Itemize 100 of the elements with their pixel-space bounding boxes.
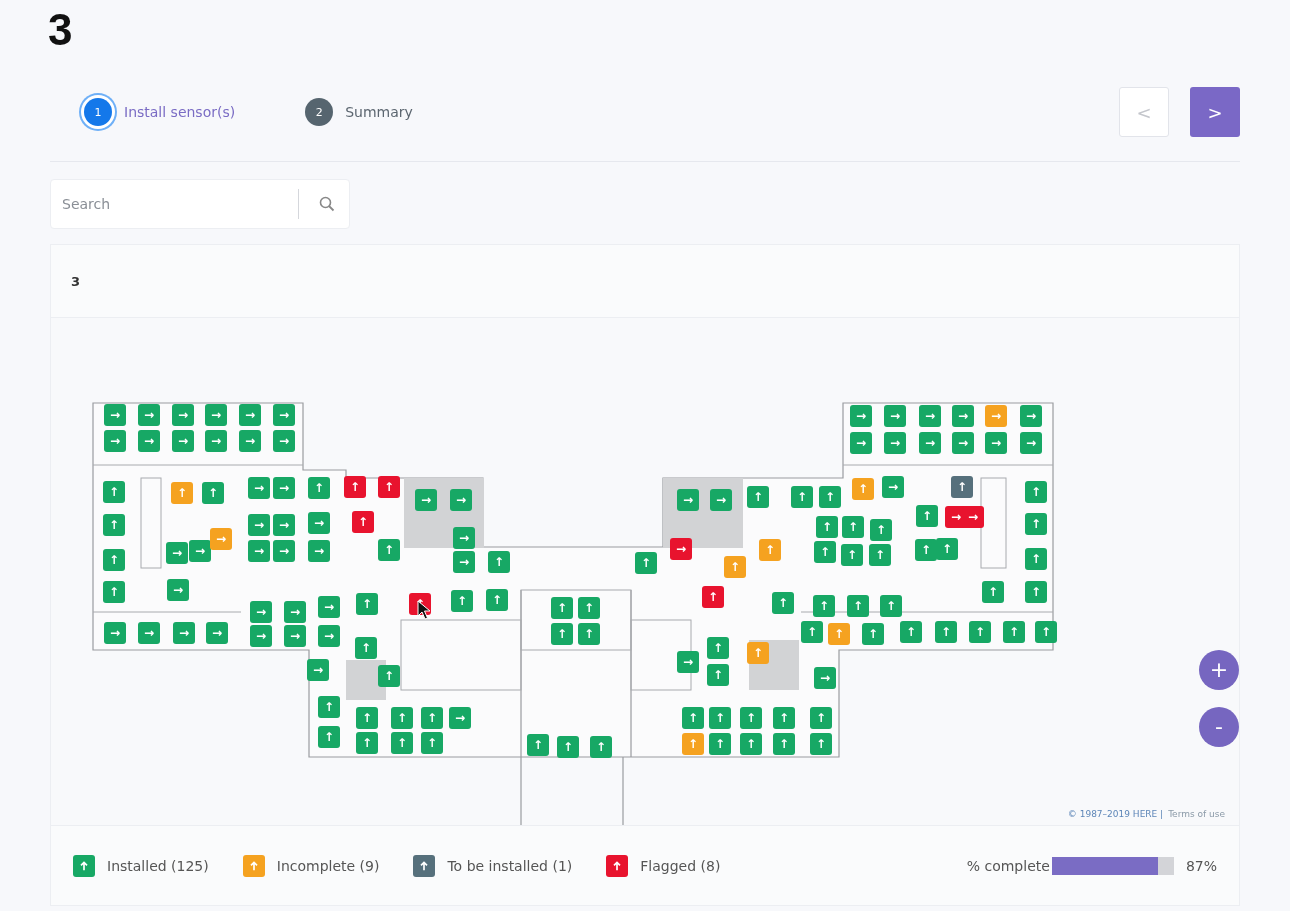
sensor-marker[interactable]: → (205, 404, 227, 426)
sensor-marker[interactable]: → (172, 430, 194, 452)
sensor-marker[interactable]: ↑ (816, 516, 838, 538)
sensor-marker[interactable]: ↑ (103, 581, 125, 603)
sensor-marker[interactable]: ↑ (702, 586, 724, 608)
sensor-marker[interactable]: ↑ (682, 707, 704, 729)
sensor-marker[interactable]: → (138, 622, 160, 644)
sensor-marker[interactable]: ↑ (951, 476, 973, 498)
sensor-marker[interactable]: → (205, 430, 227, 452)
sensor-marker[interactable]: ↑ (810, 733, 832, 755)
sensor-marker[interactable]: ↑ (318, 696, 340, 718)
sensor-marker[interactable]: ↑ (308, 477, 330, 499)
sensor-marker[interactable]: → (710, 489, 732, 511)
sensor-marker[interactable]: → (173, 622, 195, 644)
sensor-marker[interactable]: ↑ (740, 707, 762, 729)
sensor-marker[interactable]: ↑ (1003, 621, 1025, 643)
sensor-marker[interactable]: → (210, 528, 232, 550)
sensor-marker[interactable]: → (104, 404, 126, 426)
sensor-marker[interactable]: ↑ (378, 476, 400, 498)
sensor-marker[interactable]: ↑ (451, 590, 473, 612)
sensor-marker[interactable]: ↑ (486, 589, 508, 611)
sensor-marker[interactable]: ↑ (551, 597, 573, 619)
sensor-marker[interactable]: ↑ (709, 733, 731, 755)
sensor-marker[interactable]: → (104, 430, 126, 452)
sensor-marker[interactable]: ↑ (707, 637, 729, 659)
sensor-marker[interactable]: ↑ (1035, 621, 1057, 643)
terms-of-use-link[interactable]: Terms of use (1168, 809, 1225, 819)
sensor-marker[interactable]: → (167, 579, 189, 601)
search-field[interactable]: Search (50, 179, 350, 229)
sensor-marker[interactable]: ↑ (773, 707, 795, 729)
search-icon[interactable] (318, 195, 336, 213)
sensor-marker[interactable]: → (273, 540, 295, 562)
sensor-marker[interactable]: → (453, 527, 475, 549)
sensor-marker[interactable]: → (850, 432, 872, 454)
sensor-marker[interactable]: ↑ (880, 595, 902, 617)
sensor-marker[interactable]: → (670, 538, 692, 560)
sensor-marker[interactable]: ↑ (682, 733, 704, 755)
sensor-marker[interactable]: → (985, 432, 1007, 454)
sensor-marker[interactable]: → (453, 551, 475, 573)
sensor-marker[interactable]: ↑ (391, 707, 413, 729)
sensor-marker[interactable]: → (104, 622, 126, 644)
sensor-marker[interactable]: → (952, 432, 974, 454)
sensor-marker[interactable]: ↑ (852, 478, 874, 500)
sensor-marker[interactable]: ↑ (709, 707, 731, 729)
sensor-marker[interactable]: → (884, 405, 906, 427)
step-label[interactable]: Install sensor(s) (124, 104, 236, 120)
sensor-marker[interactable]: ↑ (578, 623, 600, 645)
sensor-marker[interactable]: ↑ (378, 665, 400, 687)
sensor-marker[interactable]: ↑ (344, 476, 366, 498)
sensor-marker[interactable]: → (248, 477, 270, 499)
zoom-in-button[interactable]: + (1199, 650, 1239, 690)
sensor-marker[interactable]: ↑ (869, 544, 891, 566)
step-number[interactable]: 2 (305, 98, 334, 126)
sensor-marker[interactable]: → (962, 506, 984, 528)
sensor-marker[interactable]: ↑ (842, 516, 864, 538)
sensor-marker[interactable]: → (307, 659, 329, 681)
sensor-marker[interactable]: → (138, 430, 160, 452)
sensor-marker[interactable]: ↑ (635, 552, 657, 574)
sensor-marker[interactable]: → (239, 430, 261, 452)
sensor-marker[interactable]: ↑ (378, 539, 400, 561)
sensor-marker[interactable]: → (284, 601, 306, 623)
sensor-marker[interactable]: → (919, 405, 941, 427)
sensor-marker[interactable]: ↑ (590, 736, 612, 758)
sensor-marker[interactable]: ↑ (318, 726, 340, 748)
sensor-marker[interactable]: ↑ (773, 733, 795, 755)
sensor-marker[interactable]: → (273, 404, 295, 426)
zoom-out-button[interactable]: - (1199, 707, 1239, 747)
sensor-marker[interactable]: ↑ (969, 621, 991, 643)
sensor-marker[interactable]: ↑ (801, 621, 823, 643)
sensor-marker[interactable]: ↑ (813, 595, 835, 617)
sensor-marker[interactable]: → (248, 540, 270, 562)
sensor-marker[interactable]: → (250, 625, 272, 647)
sensor-marker[interactable]: → (273, 514, 295, 536)
sensor-marker[interactable]: ↑ (103, 549, 125, 571)
sensor-marker[interactable]: → (308, 540, 330, 562)
sensor-marker[interactable]: → (677, 489, 699, 511)
sensor-marker[interactable]: → (189, 540, 211, 562)
sensor-marker[interactable]: ↑ (355, 637, 377, 659)
sensor-marker[interactable]: ↑ (356, 593, 378, 615)
sensor-marker[interactable]: ↑ (527, 734, 549, 756)
sensor-marker[interactable]: → (308, 512, 330, 534)
sensor-marker[interactable]: ↑ (202, 482, 224, 504)
sensor-marker[interactable]: → (1020, 432, 1042, 454)
sensor-marker[interactable]: → (284, 625, 306, 647)
sensor-marker[interactable]: → (239, 404, 261, 426)
sensor-marker[interactable]: ↑ (391, 732, 413, 754)
sensor-marker[interactable]: ↑ (421, 707, 443, 729)
sensor-marker[interactable]: ↑ (356, 707, 378, 729)
sensor-marker[interactable]: ↑ (557, 736, 579, 758)
sensor-marker[interactable]: → (273, 430, 295, 452)
step-label[interactable]: Summary (345, 104, 413, 120)
sensor-marker[interactable]: ↑ (488, 551, 510, 573)
sensor-marker[interactable]: → (172, 404, 194, 426)
sensor-marker[interactable]: ↑ (862, 623, 884, 645)
sensor-marker[interactable]: ↑ (747, 642, 769, 664)
sensor-marker[interactable]: ↑ (352, 511, 374, 533)
sensor-marker[interactable]: → (206, 622, 228, 644)
sensor-marker[interactable]: ↑ (356, 732, 378, 754)
sensor-marker[interactable]: ↑ (171, 482, 193, 504)
sensor-marker[interactable]: ↑ (900, 621, 922, 643)
